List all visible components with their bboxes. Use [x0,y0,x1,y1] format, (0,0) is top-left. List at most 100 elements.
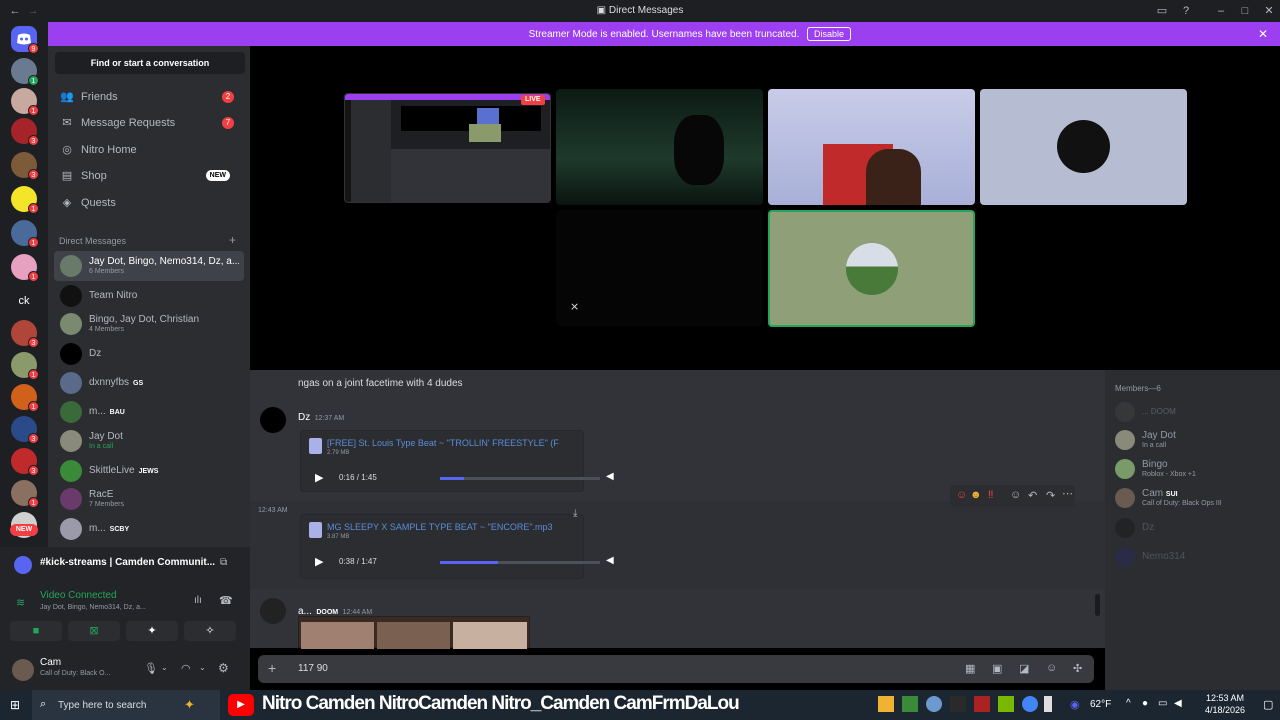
member-item[interactable]: Nemo314 [1115,545,1265,573]
play-icon[interactable]: ▶ [315,471,323,484]
guild-icon[interactable]: 3 [11,152,39,180]
noise-suppression-icon[interactable]: ılı [194,595,202,606]
disable-streamer-mode-button[interactable]: Disable [807,27,852,41]
progress-track[interactable] [440,561,600,564]
laugh-emoji-icon[interactable]: ☻ [970,489,982,501]
video-tile[interactable] [768,89,975,205]
app-icon[interactable] [950,696,966,712]
chevron-down-icon[interactable]: ⌄ [161,663,168,672]
dm-item[interactable]: RacE 7 Members [54,484,244,514]
speaker-icon[interactable]: ◀ [1174,698,1182,709]
chevron-down-icon[interactable]: ⌄ [199,663,206,672]
notifications-icon[interactable]: ▢ [1263,698,1273,711]
download-icon[interactable]: ⤓ [573,508,577,519]
find-conversation-button[interactable]: Find or start a conversation [55,52,245,74]
popout-icon[interactable]: ⧉ [220,557,227,568]
guild-icon[interactable]: 1 [11,480,39,508]
scrollbar-thumb[interactable] [1095,594,1100,616]
guild-icon[interactable]: 1 [11,88,39,116]
dm-item[interactable]: SkittleLive JEWS [54,456,244,486]
app-icon[interactable] [974,696,990,712]
forward-icon[interactable]: ↷ [1046,489,1055,502]
soundboard-button[interactable]: ✧ [184,621,236,641]
guild-icon[interactable]: 1 [11,352,39,380]
plus-upload-icon[interactable]: + [268,660,276,676]
camera-button[interactable]: ■ [10,621,62,641]
home-discord-icon[interactable]: 9 [11,26,39,54]
nav-shop[interactable]: ▤ Shop NEW [56,164,244,188]
dm-item[interactable]: Bingo, Jay Dot, Christian 4 Members [54,309,244,339]
member-item[interactable]: Bingo Roblox - Xbox +1 [1115,457,1265,485]
message-author[interactable]: Dz [298,412,310,423]
guild-icon[interactable]: 3 [11,416,39,444]
guild-icon[interactable]: 3 [11,118,39,146]
windows-start-icon[interactable]: ⊞ [10,698,20,712]
network-icon[interactable]: ▭ [1158,698,1167,709]
guild-icon[interactable]: 3 [11,320,39,348]
guild-icon[interactable]: ck [11,288,37,314]
help-icon[interactable]: ? [1179,4,1193,18]
nav-friends[interactable]: 👥 Friends 2 [56,85,244,109]
video-tile-speaking[interactable] [768,210,975,327]
video-tile[interactable] [556,89,763,205]
taskbar-search[interactable]: ⌕ Type here to search ✦ [32,690,220,720]
image-attachment[interactable] [298,616,530,649]
new-unreads-pill[interactable]: NEW [10,524,38,536]
attachment-filename[interactable]: MG SLEEPY X SAMPLE TYPE BEAT ~ "ENCORE".… [327,522,577,532]
add-reaction-icon[interactable]: ☺ [1010,489,1021,501]
dm-item[interactable]: m... BAU [54,397,244,427]
chrome-icon[interactable] [1022,696,1038,712]
avatar[interactable] [260,407,286,433]
member-item[interactable]: Jay Dot In a call [1115,428,1265,456]
microphone-tray-icon[interactable]: ● [1142,698,1148,709]
guild-icon[interactable]: 1 [11,384,39,412]
guild-icon[interactable]: 1 [11,58,39,86]
guild-icon[interactable]: 1 [11,220,39,248]
nav-nitro-home[interactable]: ◎ Nitro Home [56,138,244,162]
video-tile[interactable]: ⨯ [556,210,763,326]
dm-item[interactable]: m... SCBY [54,514,244,544]
avatar[interactable] [12,659,34,681]
voice-channel-name[interactable]: #kick-streams | Camden Communit... [40,557,215,568]
guild-icon[interactable]: 1 [11,186,39,214]
app-icon[interactable] [1044,696,1052,712]
nvidia-icon[interactable] [998,696,1014,712]
avatar[interactable] [260,598,286,624]
minimize-icon[interactable]: – [1214,4,1228,18]
dm-item[interactable]: Dz [54,339,244,369]
play-icon[interactable]: ▶ [315,555,323,568]
guild-icon[interactable]: 3 [11,448,39,476]
microphone-icon[interactable]: 🎙 [144,662,158,675]
app-icon[interactable] [878,696,894,712]
nav-quests[interactable]: ◈ Quests [56,191,244,215]
reaction-icon[interactable]: ☺ [956,489,967,501]
video-tile-avatar[interactable] [980,89,1187,205]
member-item[interactable]: Dz [1115,516,1265,544]
close-banner-icon[interactable]: ✕ [1258,27,1268,41]
emoji-icon[interactable]: ☺ [1046,662,1057,674]
inbox-icon[interactable]: ▭ [1155,4,1169,18]
progress-track[interactable] [440,477,600,480]
apps-icon[interactable]: ✣ [1073,662,1082,675]
volume-icon[interactable]: ◀ [606,471,614,482]
screenshare-button[interactable]: ⊠ [68,621,120,641]
composer-input[interactable]: 117 90 [298,663,328,674]
gift-icon[interactable]: ▦ [965,662,975,675]
headphones-icon[interactable]: ◠ [181,662,191,675]
gif-icon[interactable]: ▣ [992,662,1002,675]
dm-item[interactable]: Jay Dot, Bingo, Nemo314, Dz, a... 6 Membe… [54,251,244,281]
app-icon[interactable] [902,696,918,712]
emoji-icon[interactable]: ‼ [988,489,994,501]
disconnect-icon[interactable]: ☎ [219,594,233,607]
app-icon[interactable] [926,696,942,712]
sticker-icon[interactable]: ◪ [1019,662,1029,675]
discord-tray-icon[interactable]: ◉ [1070,698,1080,711]
member-item[interactable]: Cam SUI Call of Duty: Black Ops III [1115,486,1265,514]
close-window-icon[interactable]: ✕ [1262,4,1276,18]
maximize-icon[interactable]: □ [1238,4,1252,18]
volume-icon[interactable]: ◀ [606,555,614,566]
message-composer[interactable]: + 117 90 ▦ ▣ ◪ ☺ ✣ [258,655,1094,683]
activities-button[interactable]: ✦ [126,621,178,641]
dm-item[interactable]: Team Nitro [54,281,244,311]
create-dm-plus-icon[interactable]: + [229,233,236,247]
